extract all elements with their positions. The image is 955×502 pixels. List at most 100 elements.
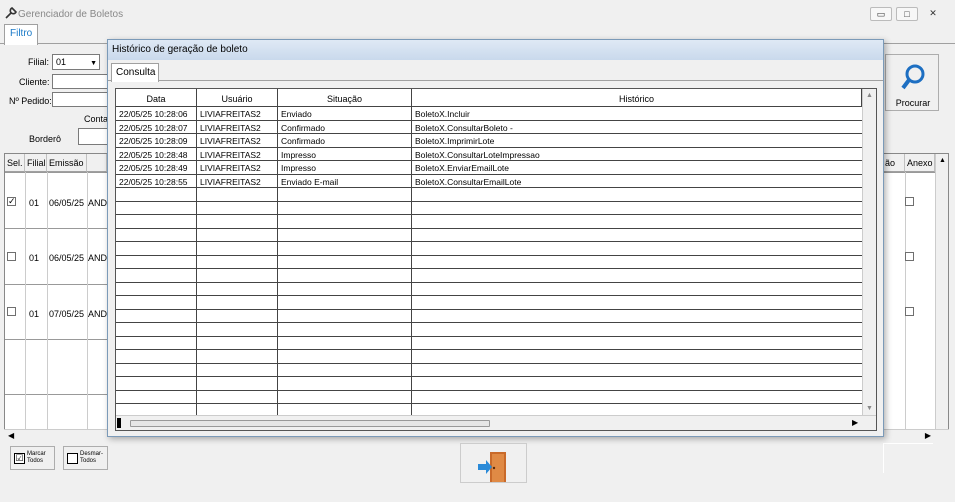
- historico-grid: Data Usuário Situação Histórico 22/05/25…: [115, 88, 877, 431]
- cell-situacao: Enviado: [281, 109, 312, 119]
- row-cliente: ANDR: [88, 198, 107, 208]
- col-header-anexo[interactable]: Anexo: [905, 154, 935, 172]
- cell-usuario: LIVIAFREITAS2: [200, 122, 261, 133]
- cell-data: 22/05/25 10:28:06: [119, 109, 188, 119]
- cell-historico: BoletoX.ConsultarEmailLote: [415, 176, 522, 187]
- col-header-situacao[interactable]: Situação: [278, 89, 412, 107]
- scroll-up-icon[interactable]: ▲: [866, 92, 873, 99]
- historico-row[interactable]: [116, 215, 862, 229]
- cliente-field[interactable]: [52, 74, 108, 89]
- filial-value: 01: [56, 57, 67, 67]
- row-filial: 01: [29, 198, 40, 208]
- historico-row[interactable]: [116, 188, 862, 202]
- sair-button[interactable]: [460, 443, 527, 483]
- historico-row[interactable]: [116, 310, 862, 323]
- historico-row[interactable]: [116, 391, 862, 404]
- scroll-right-icon[interactable]: ▶: [925, 431, 931, 440]
- checkbox-empty-icon: [67, 453, 78, 464]
- historico-row[interactable]: [116, 283, 862, 296]
- historico-row[interactable]: 22/05/25 10:28:49 LIVIAFREITAS2 Impresso Bo…: [116, 161, 862, 175]
- cell-situacao: Impresso: [281, 163, 316, 173]
- pedido-field[interactable]: [52, 92, 108, 107]
- cell-usuario: LIVIAFREITAS2: [200, 163, 261, 173]
- row-anexo-checkbox[interactable]: [905, 307, 914, 316]
- historico-row[interactable]: [116, 377, 862, 391]
- row-select-checkbox[interactable]: [7, 252, 16, 261]
- historico-row[interactable]: [116, 242, 862, 256]
- cell-usuario: LIVIAFREITAS2: [200, 109, 261, 119]
- pedido-label: Nº Pedido:: [9, 96, 52, 106]
- col-header-emissao[interactable]: Emissão: [47, 154, 87, 172]
- col-header-filial[interactable]: Filial: [25, 154, 47, 172]
- procurar-button[interactable]: Procurar: [885, 54, 939, 111]
- cell-data: 22/05/25 10:28:48: [119, 149, 188, 160]
- desmarcar-todos-button[interactable]: Desmar- Todos: [63, 446, 108, 470]
- col-header-usuario[interactable]: Usuário: [197, 89, 278, 107]
- cell-usuario: LIVIAFREITAS2: [200, 136, 261, 146]
- historico-row[interactable]: [116, 323, 862, 337]
- row-anexo-checkbox[interactable]: [905, 197, 914, 206]
- cell-historico: BoletoX.ConsultarLoteImpressao: [415, 149, 540, 160]
- minimize-button[interactable]: ▭: [870, 7, 892, 21]
- row-emissao: 06/05/25: [49, 253, 85, 263]
- col-header-situacao[interactable]: ão: [883, 154, 905, 172]
- historico-row[interactable]: [116, 364, 862, 377]
- filial-label: Filial:: [28, 57, 50, 67]
- scroll-left-icon[interactable]: ◀: [8, 431, 14, 440]
- bordero-field[interactable]: [78, 128, 108, 145]
- historico-row[interactable]: [116, 256, 862, 269]
- historico-row[interactable]: [116, 229, 862, 242]
- row-anexo-checkbox[interactable]: [905, 252, 914, 261]
- historico-row[interactable]: 22/05/25 10:28:06 LIVIAFREITAS2 Enviado Bol…: [116, 107, 862, 121]
- row-select-checkbox[interactable]: ✓: [7, 197, 16, 206]
- wrench-icon: [5, 7, 17, 19]
- row-cliente: ANDR: [88, 253, 107, 263]
- cell-situacao: Impresso: [281, 149, 316, 160]
- row-select-checkbox[interactable]: [7, 307, 16, 316]
- bordero-label: Borderô: [29, 134, 62, 144]
- historico-row[interactable]: 22/05/25 10:28:48 LIVIAFREITAS2 Impresso Bo…: [116, 148, 862, 161]
- historico-row[interactable]: 22/05/25 10:28:09 LIVIAFREITAS2 Confirmado…: [116, 134, 862, 148]
- scroll-right-icon[interactable]: ▶: [852, 418, 858, 427]
- dialog-title: Histórico de geração de boleto: [108, 40, 883, 60]
- procurar-label: Procurar: [895, 98, 931, 108]
- marcar-todos-button[interactable]: ☑ Marcar Todos: [10, 446, 55, 470]
- scroll-thumb[interactable]: [130, 420, 490, 427]
- col-header-sel[interactable]: Sel.: [5, 154, 25, 172]
- right-panel-edge: [883, 443, 933, 473]
- historico-row[interactable]: [116, 337, 862, 350]
- col-header-cliente[interactable]: [87, 154, 107, 172]
- dialog-horizontal-scrollbar[interactable]: ▶: [116, 415, 876, 430]
- scroll-up-icon[interactable]: ▲: [939, 157, 946, 164]
- cell-historico: BoletoX.ImprimirLote: [415, 136, 495, 146]
- historico-row[interactable]: [116, 350, 862, 364]
- historico-row[interactable]: [116, 202, 862, 215]
- historico-row[interactable]: [116, 296, 862, 310]
- tab-consulta[interactable]: Consulta: [111, 63, 159, 82]
- cell-situacao: Confirmado: [281, 122, 325, 133]
- cell-data: 22/05/25 10:28:49: [119, 163, 188, 173]
- conta-label: Conta: [84, 114, 109, 124]
- dialog-vertical-scrollbar[interactable]: ▲ ▼: [862, 89, 876, 415]
- filial-select[interactable]: 01 ▼: [52, 54, 100, 70]
- historico-rows: 22/05/25 10:28:06 LIVIAFREITAS2 Enviado Bol…: [116, 107, 862, 404]
- chevron-down-icon: ▼: [90, 60, 97, 67]
- historico-row[interactable]: [116, 269, 862, 283]
- col-header-historico[interactable]: Histórico: [412, 89, 862, 107]
- scroll-left-icon[interactable]: [117, 418, 121, 428]
- desmarcar-todos-label: Desmar- Todos: [80, 451, 104, 464]
- col-header-data[interactable]: Data: [116, 89, 197, 107]
- checkbox-checked-icon: ☑: [14, 453, 25, 464]
- cell-historico: BoletoX.EnviarEmailLote: [415, 163, 510, 173]
- close-button[interactable]: ✕: [922, 7, 944, 21]
- tab-filtro[interactable]: Filtro: [4, 24, 38, 45]
- grid-vertical-scrollbar[interactable]: ▲: [935, 154, 948, 429]
- cell-historico: BoletoX.Incluir: [415, 109, 470, 119]
- maximize-button[interactable]: □: [896, 7, 918, 21]
- historico-dialog: Histórico de geração de boleto Consulta …: [107, 39, 884, 437]
- cell-data: 22/05/25 10:28:55: [119, 176, 188, 187]
- historico-row[interactable]: 22/05/25 10:28:55 LIVIAFREITAS2 Enviado E-…: [116, 175, 862, 188]
- cell-usuario: LIVIAFREITAS2: [200, 176, 261, 187]
- scroll-down-icon[interactable]: ▼: [866, 405, 873, 412]
- historico-row[interactable]: 22/05/25 10:28:07 LIVIAFREITAS2 Confirmado…: [116, 121, 862, 134]
